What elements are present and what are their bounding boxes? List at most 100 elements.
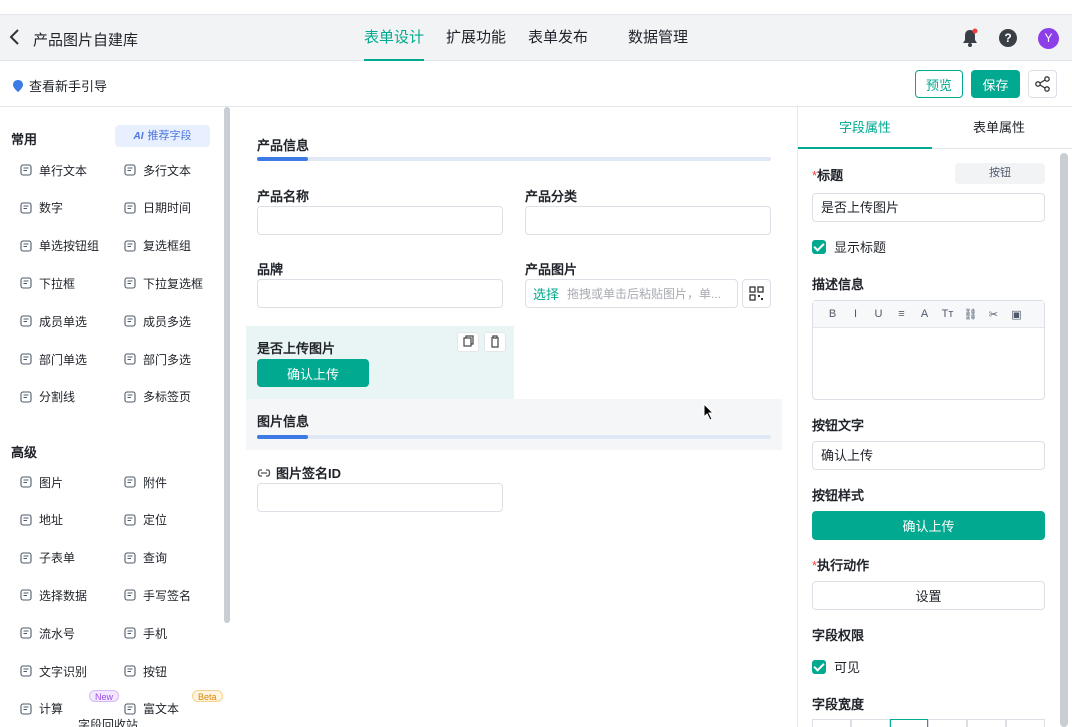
editor-tool-icon[interactable]: ≡ xyxy=(890,308,913,320)
title-input[interactable]: 是否上传图片 xyxy=(812,193,1045,222)
palette-item[interactable]: 日期时间 xyxy=(124,199,191,217)
palette-item-label: 部门多选 xyxy=(143,352,192,367)
palette-item[interactable]: 图片 xyxy=(20,473,63,491)
action-settings-button[interactable]: 设置 xyxy=(812,581,1045,610)
title-type-button[interactable]: 按钮 xyxy=(955,163,1045,184)
palette-item[interactable]: 子表单 xyxy=(20,549,75,567)
palette-item[interactable]: 按钮 xyxy=(124,662,167,680)
panel-scrollbar[interactable] xyxy=(1060,153,1068,727)
section-image-info[interactable]: 图片信息 xyxy=(246,399,782,450)
department-icon xyxy=(20,353,32,365)
palette-item-label: 部门单选 xyxy=(39,352,88,367)
brand-input[interactable] xyxy=(257,279,503,308)
delete-field-button[interactable] xyxy=(484,332,506,352)
palette-item[interactable]: 多标签页 xyxy=(124,388,191,406)
copy-field-button[interactable] xyxy=(457,332,479,352)
width-option[interactable] xyxy=(928,719,968,727)
tab-form-publish[interactable]: 表单发布 xyxy=(528,15,588,61)
palette-item-label: 数字 xyxy=(39,201,64,216)
tab-field-properties[interactable]: 字段属性 xyxy=(798,107,932,149)
palette-item[interactable]: 选择数据 xyxy=(20,586,87,604)
preview-button[interactable]: 预览 xyxy=(915,70,963,98)
description-editor[interactable]: B I U ≡ A Tт ⛓ ✂ ▣ xyxy=(812,300,1045,400)
palette-item[interactable]: 数字 xyxy=(20,199,63,217)
image-upload-field[interactable]: 选择 拖拽或单击后粘贴图片，单... xyxy=(525,279,738,308)
visible-checkbox[interactable]: 可见 xyxy=(812,657,860,676)
bell-icon[interactable] xyxy=(960,28,980,48)
palette-item[interactable]: 部门单选 xyxy=(20,350,87,368)
width-option[interactable] xyxy=(850,719,890,727)
palette-item[interactable]: 地址 xyxy=(20,511,63,529)
width-option[interactable] xyxy=(1006,719,1045,727)
palette-item[interactable]: 成员单选 xyxy=(20,312,87,330)
help-icon[interactable]: ? xyxy=(999,29,1017,47)
tab-form-design[interactable]: 表单设计 xyxy=(364,15,425,61)
palette-item-label: 单选按钮组 xyxy=(39,239,100,254)
width-option[interactable] xyxy=(889,719,929,727)
editor-tool-icon[interactable]: ⛓ xyxy=(959,308,982,321)
palette-item[interactable]: 分割线 xyxy=(20,388,75,406)
badge-beta: Beta xyxy=(192,690,223,702)
palette-item-label: 成员单选 xyxy=(39,314,88,329)
button-icon xyxy=(124,665,136,677)
button-text-input[interactable]: 确认上传 xyxy=(812,441,1045,470)
chevron-left-icon[interactable] xyxy=(8,27,26,49)
ai-recommend-button[interactable]: AI 推荐字段 xyxy=(115,125,210,147)
palette-item[interactable]: 多行文本 xyxy=(124,161,191,179)
tab-extensions[interactable]: 扩展功能 xyxy=(446,15,506,61)
action-label: *执行动作 xyxy=(812,558,870,573)
tab-form-properties[interactable]: 表单属性 xyxy=(932,107,1066,148)
field-label-product-image: 产品图片 xyxy=(525,262,578,277)
share-button[interactable] xyxy=(1028,70,1057,98)
button-text-label: 按钮文字 xyxy=(812,418,865,433)
palette-item[interactable]: 部门多选 xyxy=(124,350,191,368)
title-label-text: 标题 xyxy=(817,168,844,183)
sign-id-input[interactable] xyxy=(257,483,503,512)
palette-item[interactable]: 附件 xyxy=(124,473,167,491)
editor-tool-icon[interactable]: ▣ xyxy=(1005,308,1028,321)
show-title-label: 显示标题 xyxy=(834,240,887,255)
palette-item[interactable]: 复选框组 xyxy=(124,237,191,255)
editor-tool-icon[interactable]: U xyxy=(867,308,890,320)
section-title-image-info: 图片信息 xyxy=(257,414,310,429)
field-palette: 常用 AI 推荐字段 单行文本 多行文本 数字 日期时间 单选按钮组 复选框组 下拉框 下拉复选… xyxy=(0,107,232,727)
palette-item[interactable]: 成员多选 xyxy=(124,312,191,330)
palette-scrollbar[interactable] xyxy=(224,107,230,623)
product-category-input[interactable] xyxy=(525,206,771,235)
editor-tool-icon[interactable]: ✂ xyxy=(982,308,1005,321)
trash-icon xyxy=(491,335,499,348)
calculator-icon xyxy=(20,703,32,715)
width-option[interactable] xyxy=(967,719,1007,727)
save-button[interactable]: 保存 xyxy=(971,70,1020,98)
avatar[interactable]: Y xyxy=(1038,28,1059,49)
palette-item[interactable]: 下拉框 xyxy=(20,274,75,292)
product-name-input[interactable] xyxy=(257,206,503,235)
confirm-upload-button[interactable]: 确认上传 xyxy=(257,359,369,387)
palette-item[interactable]: 定位 xyxy=(124,511,167,529)
editor-tool-icon[interactable]: I xyxy=(844,308,867,320)
palette-item-label: 单行文本 xyxy=(39,163,88,178)
palette-item[interactable]: 计算 xyxy=(20,700,63,718)
show-title-checkbox[interactable]: 显示标题 xyxy=(812,237,886,256)
editor-tool-icon[interactable]: B xyxy=(821,308,844,320)
palette-item-label: 下拉框 xyxy=(39,276,76,291)
palette-item[interactable]: 下拉复选框 xyxy=(124,274,203,292)
upload-select-link[interactable]: 选择 xyxy=(533,284,559,303)
palette-item[interactable]: 手机 xyxy=(124,624,167,642)
editor-tool-icon[interactable]: A xyxy=(913,308,936,320)
palette-item[interactable]: 单选按钮组 xyxy=(20,237,99,255)
guide-link[interactable]: 查看新手引导 xyxy=(13,76,107,95)
recycle-bin-link[interactable]: 字段回收站 xyxy=(78,716,138,727)
selected-field-card[interactable]: 是否上传图片 确认上传 xyxy=(246,326,514,399)
tab-data-management[interactable]: 数据管理 xyxy=(628,15,688,61)
qr-code-button[interactable] xyxy=(742,279,771,308)
width-option[interactable] xyxy=(812,719,851,727)
palette-item[interactable]: 流水号 xyxy=(20,624,75,642)
button-style-preview[interactable]: 确认上传 xyxy=(812,511,1045,540)
number-icon xyxy=(20,202,32,214)
palette-item[interactable]: 单行文本 xyxy=(20,161,87,179)
editor-tool-icon[interactable]: Tт xyxy=(936,308,959,320)
palette-item[interactable]: 文字识别 xyxy=(20,662,87,680)
palette-item[interactable]: 手写签名 xyxy=(124,586,191,604)
palette-item[interactable]: 查询 xyxy=(124,549,167,567)
